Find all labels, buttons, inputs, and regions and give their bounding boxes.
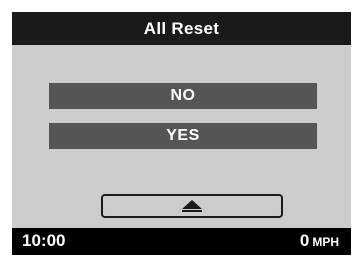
no-button-label: NO [170, 87, 196, 104]
yes-button-label: YES [166, 127, 200, 144]
screen-title: All Reset [143, 18, 220, 38]
back-up-button[interactable] [101, 194, 283, 218]
no-button[interactable]: NO [49, 83, 317, 109]
speed-unit: MPH [312, 235, 339, 249]
speed-value: 0 [299, 231, 310, 250]
yes-button[interactable]: YES [49, 123, 317, 149]
triangle-up-icon [182, 200, 202, 212]
display-screen: All Reset NO YES 10:00 0 MPH [12, 12, 351, 255]
clock-time: 10:00 [22, 231, 66, 250]
speed-readout: 0 MPH [300, 231, 339, 251]
title-bar: All Reset [12, 12, 351, 45]
status-bar: 10:00 0 MPH [12, 228, 351, 255]
